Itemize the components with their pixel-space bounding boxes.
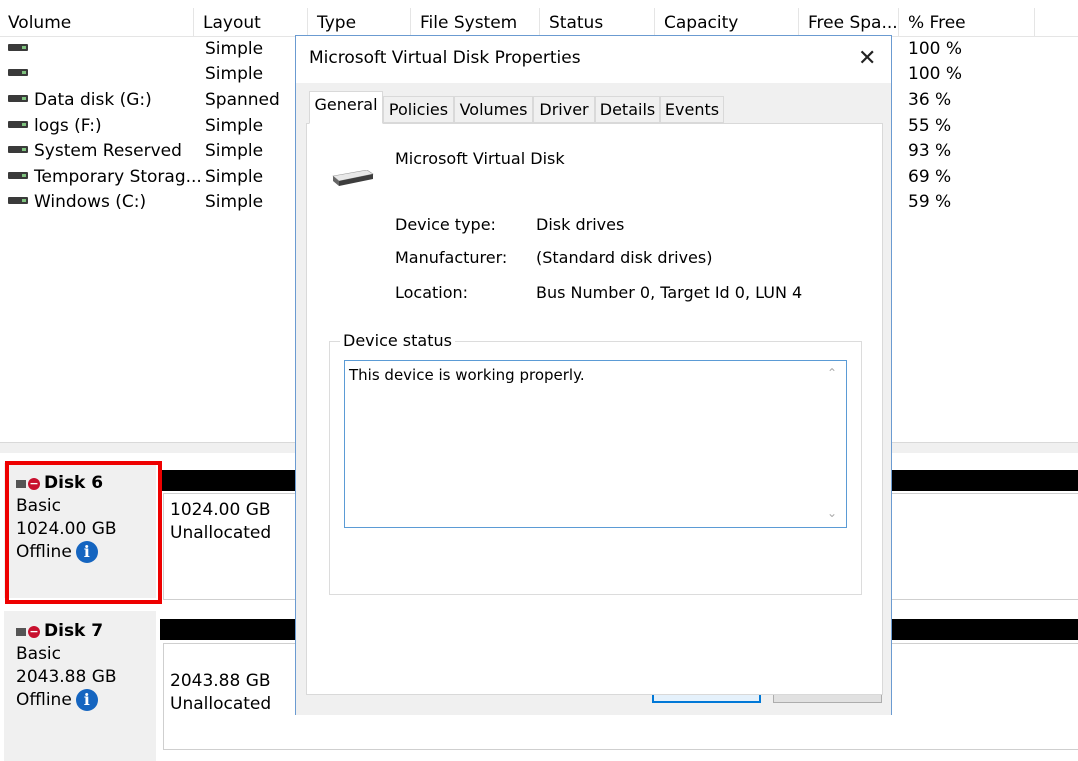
tab-events[interactable]: Events: [660, 96, 724, 123]
disk-state: Offline: [16, 690, 72, 710]
volume-percent-free: 36 %: [908, 90, 952, 110]
volume-name: Data disk (G:): [34, 90, 152, 110]
hard-disk-icon: [332, 170, 374, 186]
volume-layout: Spanned: [205, 90, 280, 110]
drive-icon: [8, 120, 28, 128]
volume-name: Windows (C:): [34, 192, 147, 212]
offline-error-icon: −: [28, 624, 40, 638]
disk-type: Basic: [16, 644, 62, 664]
volume-layout: Simple: [205, 167, 264, 187]
volume-percent-free: 55 %: [908, 116, 952, 136]
disk-name: Disk 7: [44, 621, 104, 641]
column-header-layout[interactable]: Layout: [195, 8, 308, 36]
device-type-value: Disk drives: [536, 215, 625, 234]
volume-name: logs (F:): [34, 116, 102, 136]
drive-icon: [8, 196, 28, 204]
column-header-free-space[interactable]: Free Spa...: [800, 8, 899, 36]
device-status-text: This device is working properly.: [349, 366, 585, 384]
volume-percent-free: 69 %: [908, 167, 952, 187]
properties-dialog: Microsoft Virtual Disk Properties ✕ Gene…: [295, 35, 892, 715]
disk-icon: [16, 627, 26, 636]
device-type-label: Device type:: [395, 215, 496, 234]
volume-layout: Simple: [205, 64, 264, 84]
drive-icon: [8, 94, 28, 102]
drive-icon: [8, 145, 28, 153]
volume-name: Temporary Storag...: [34, 167, 202, 187]
tab-policies[interactable]: Policies: [383, 96, 454, 123]
column-header-percent-free[interactable]: % Free: [900, 8, 1035, 36]
close-icon[interactable]: ✕: [858, 48, 876, 70]
volume-layout: Simple: [205, 39, 264, 59]
scroll-up-icon[interactable]: ⌃: [827, 366, 837, 380]
volume-percent-free: 93 %: [908, 141, 952, 161]
disk-6-highlight-box: [5, 461, 162, 604]
volume-list-header: Volume Layout Type File System Status Ca…: [0, 8, 1078, 37]
dialog-title: Microsoft Virtual Disk Properties: [309, 48, 581, 68]
scroll-down-icon[interactable]: ⌄: [827, 506, 837, 520]
info-icon[interactable]: i: [75, 689, 98, 711]
tab-volumes[interactable]: Volumes: [454, 96, 533, 123]
status-scrollbar[interactable]: ⌃ ⌄: [821, 362, 845, 526]
device-status-group: Device status This device is working pro…: [329, 331, 862, 595]
device-name: Microsoft Virtual Disk: [395, 149, 565, 168]
drive-icon: [8, 43, 28, 51]
tab-details[interactable]: Details: [595, 96, 660, 123]
tab-driver[interactable]: Driver: [533, 96, 595, 123]
volume-layout: Simple: [205, 192, 264, 212]
column-header-capacity[interactable]: Capacity: [656, 8, 799, 36]
volume-layout: Simple: [205, 116, 264, 136]
volume-layout: Simple: [205, 141, 264, 161]
device-status-textbox[interactable]: This device is working properly. ⌃ ⌄: [344, 360, 847, 528]
drive-icon: [8, 68, 28, 76]
tab-general[interactable]: General: [309, 91, 383, 124]
volume-percent-free: 100 %: [908, 64, 963, 84]
drive-icon: [8, 171, 28, 179]
column-header-file-system[interactable]: File System: [412, 8, 540, 36]
column-header-status[interactable]: Status: [541, 8, 655, 36]
disk-7-label[interactable]: − Disk 7 Basic 2043.88 GB Offline i: [4, 611, 156, 761]
disk-size: 2043.88 GB: [16, 667, 117, 687]
column-header-type[interactable]: Type: [309, 8, 411, 36]
manufacturer-value: (Standard disk drives): [536, 248, 713, 267]
location-label: Location:: [395, 283, 469, 302]
device-status-label: Device status: [340, 331, 455, 350]
column-header-volume[interactable]: Volume: [0, 8, 194, 36]
manufacturer-label: Manufacturer:: [395, 248, 508, 267]
volume-name: System Reserved: [34, 141, 182, 161]
volume-percent-free: 59 %: [908, 192, 952, 212]
location-value: Bus Number 0, Target Id 0, LUN 4: [536, 283, 803, 302]
volume-percent-free: 100 %: [908, 39, 963, 59]
